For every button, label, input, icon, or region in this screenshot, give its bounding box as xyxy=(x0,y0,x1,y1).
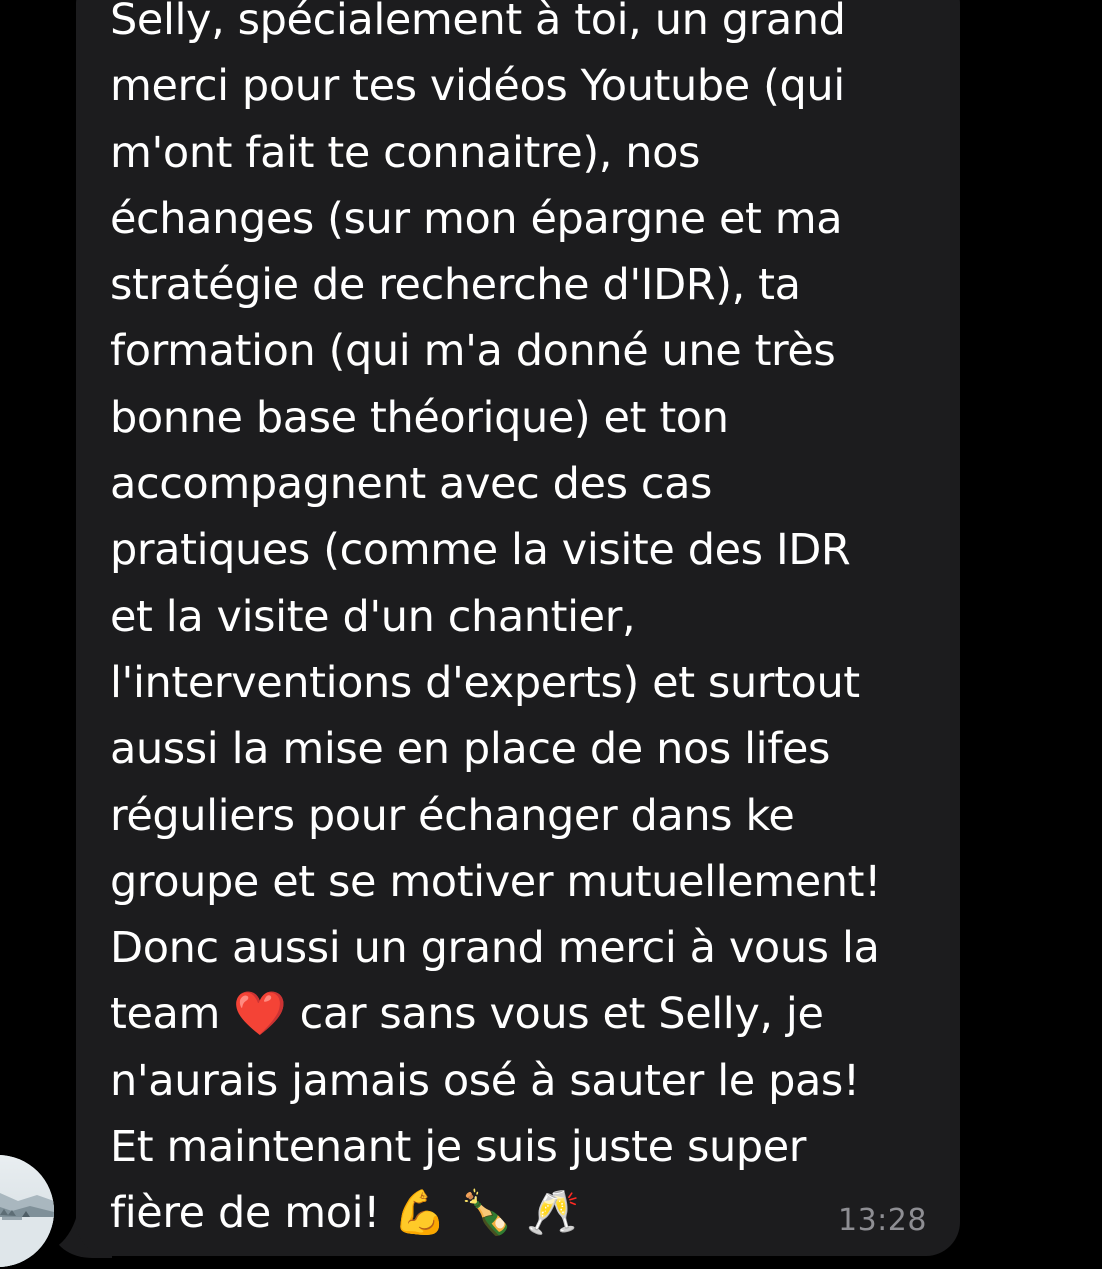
chat-screen: Selly, spécialement à toi, un grand merc… xyxy=(0,0,1102,1269)
message-text: Selly, spécialement à toi, un grand merc… xyxy=(110,0,881,1239)
avatar-snow-landscape-icon xyxy=(0,1155,54,1267)
message-timestamp: 13:28 xyxy=(838,1203,927,1238)
sender-avatar[interactable] xyxy=(0,1155,54,1267)
